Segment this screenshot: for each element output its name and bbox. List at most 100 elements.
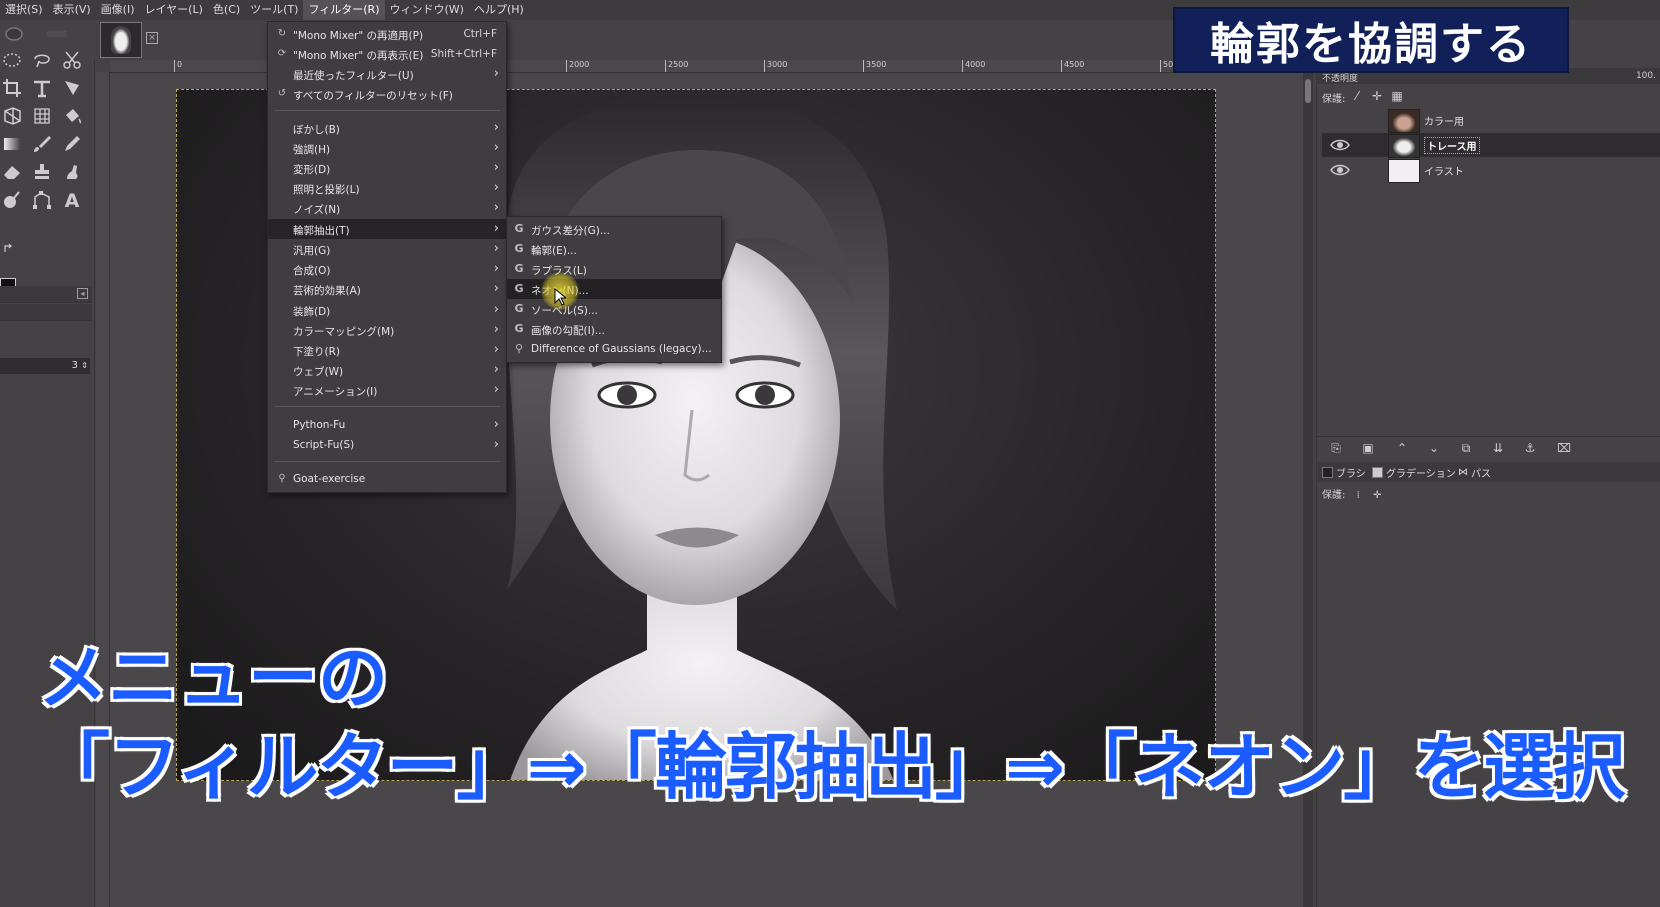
submenu-item-dog[interactable]: G ガウス差分(G)... [507, 219, 721, 239]
submenu-arrow-icon: › [493, 382, 499, 397]
pencil-icon[interactable] [60, 132, 84, 156]
menu-view[interactable]: 表示(V) [48, 0, 96, 20]
ruler-tick-label: 0 [174, 60, 182, 72]
crop-icon[interactable] [0, 76, 24, 100]
submenu-item-image-gradient[interactable]: G 画像の勾配(I)... [507, 319, 721, 339]
tab-label: グラデーション [1386, 469, 1456, 480]
tab-brushes[interactable]: ブラシ [1322, 465, 1366, 480]
menu-item-blur[interactable]: ぼかし(B) › [268, 118, 506, 138]
submenu-item-sobel[interactable]: G ソーベル(S)... [507, 299, 721, 319]
menu-item-shortcut: Shift+Ctrl+F [430, 48, 497, 60]
lasso-icon[interactable] [30, 48, 54, 72]
menu-filters[interactable]: フィルター(R) [303, 0, 385, 20]
paintbrush-icon[interactable] [30, 132, 54, 156]
layer-row[interactable]: イラスト [1322, 158, 1660, 183]
menu-item-label: Goat-exercise [293, 473, 366, 485]
submenu-item-edge[interactable]: G 輪郭(E)... [507, 239, 721, 259]
svg-text:A: A [65, 190, 80, 211]
menu-item-label: 装飾(D) [293, 306, 331, 318]
lock-alpha-icon[interactable]: ▦ [1390, 89, 1404, 103]
smudge-icon[interactable] [60, 160, 84, 184]
menu-item-enhance[interactable]: 強調(H) › [268, 138, 506, 158]
submenu-arrow-icon: › [493, 302, 499, 317]
menu-item-map[interactable]: カラーマッピング(M) › [268, 320, 506, 340]
lock-pixels-icon[interactable]: ⁞ [1357, 490, 1360, 501]
gegl-icon: G [514, 262, 524, 275]
lock-position-icon[interactable]: ✛ [1370, 89, 1384, 103]
menu-item-distorts[interactable]: 変形(D) › [268, 158, 506, 178]
menu-item-animation[interactable]: アニメーション(I) › [268, 380, 506, 400]
paths-tab-icon: ⋈ [1458, 467, 1468, 478]
raise-layer-icon[interactable]: ⌃ [1394, 441, 1410, 455]
ellipse-select-icon[interactable] [2, 22, 26, 46]
merge-layer-icon[interactable]: ⇊ [1490, 441, 1506, 455]
menu-layer[interactable]: レイヤー(L) [140, 0, 208, 20]
menu-tools[interactable]: ツール(T) [245, 0, 303, 20]
menu-item-reapply[interactable]: ↻ "Mono Mixer" の再適用(P) Ctrl+F [268, 24, 506, 44]
menu-item-decor[interactable]: 装飾(D) › [268, 300, 506, 320]
scissors-icon[interactable] [60, 48, 84, 72]
tab-gradients[interactable]: グラデーション [1372, 465, 1456, 480]
bucket-fill-icon[interactable] [60, 104, 84, 128]
menu-item-reshow[interactable]: ⟳ "Mono Mixer" の再表示(E) Shift+Ctrl+F [268, 44, 506, 64]
menu-separator [274, 406, 500, 407]
menu-item-python-fu[interactable]: Python-Fu › [268, 415, 506, 435]
swap-colors-icon[interactable] [2, 242, 16, 256]
menu-separator [274, 110, 500, 111]
ellipse-select-tool-icon[interactable] [0, 48, 24, 72]
menu-item-generic[interactable]: 汎用(G) › [268, 239, 506, 259]
close-tab-icon[interactable]: × [146, 32, 158, 44]
visibility-eye-icon[interactable] [1330, 137, 1350, 153]
lower-layer-icon[interactable]: ⌄ [1426, 441, 1442, 455]
spinner-arrows-icon[interactable]: ⇕ [81, 358, 88, 374]
dodge-burn-icon[interactable] [0, 188, 24, 212]
path-tool-icon[interactable] [30, 188, 54, 212]
new-layer-group-icon[interactable]: ▣ [1360, 441, 1376, 455]
menu-colors[interactable]: 色(C) [208, 0, 245, 20]
filters-menu: ↻ "Mono Mixer" の再適用(P) Ctrl+F ⟳ "Mono Mixer… [267, 21, 507, 493]
clone-stamp-icon[interactable] [30, 160, 54, 184]
menu-windows[interactable]: ウィンドウ(W) [385, 0, 469, 20]
new-layer-icon[interactable]: ⎘ [1328, 441, 1344, 455]
image-tab-thumbnail[interactable] [100, 22, 142, 58]
tab-paths[interactable]: ⋈ パス [1458, 465, 1491, 480]
menu-help[interactable]: ヘルプ(H) [469, 0, 529, 20]
menu-select[interactable]: 選択(S) [0, 0, 48, 20]
layer-row[interactable]: カラー用 [1322, 108, 1660, 133]
menu-item-artistic[interactable]: 芸術的効果(A) › [268, 279, 506, 299]
submenu-item-laplace[interactable]: G ラプラス(L) [507, 259, 721, 279]
anchor-layer-icon[interactable]: ⚓ [1522, 441, 1538, 455]
menu-item-noise[interactable]: ノイズ(N) › [268, 198, 506, 218]
transform-icon[interactable] [30, 76, 54, 100]
grid-transform-icon[interactable] [30, 104, 54, 128]
menu-item-edge-detect[interactable]: 輪郭抽出(T) › [268, 219, 506, 239]
lock-pixels-icon[interactable]: ⁄ [1350, 89, 1364, 103]
panel-menu-icon[interactable]: ◂ [77, 288, 88, 299]
menu-item-render[interactable]: 下塗り(R) › [268, 340, 506, 360]
text-tool-icon[interactable]: A [60, 188, 84, 212]
warp-icon[interactable] [60, 76, 84, 100]
scrollbar-thumb[interactable] [1305, 79, 1311, 103]
menu-item-script-fu[interactable]: Script-Fu(S) › [268, 435, 506, 455]
layer-row[interactable]: トレース用 [1322, 133, 1660, 158]
gradient-icon[interactable] [0, 132, 24, 156]
duplicate-layer-icon[interactable]: ⧉ [1458, 441, 1474, 455]
perspective-icon[interactable] [0, 104, 24, 128]
submenu-arrow-icon: › [493, 322, 499, 337]
submenu-arrow-icon: › [493, 362, 499, 377]
menu-item-reset-all[interactable]: ↺ すべてのフィルターのリセット(F) [268, 84, 506, 104]
mouse-pointer-icon [554, 288, 566, 306]
menu-item-web[interactable]: ウェブ(W) › [268, 360, 506, 380]
eraser-icon[interactable] [0, 160, 24, 184]
size-spinner[interactable]: 3 ⇕ [0, 358, 90, 374]
menu-image[interactable]: 画像(I) [96, 0, 140, 20]
delete-layer-icon[interactable]: ⌧ [1556, 441, 1572, 455]
submenu-item-neon[interactable]: Gネオン(N)... [507, 279, 721, 299]
lock-position-icon[interactable]: ✛ [1373, 490, 1381, 501]
menu-item-light-shadow[interactable]: 照明と投影(L) › [268, 178, 506, 198]
menu-item-recent-filters[interactable]: 最近使ったフィルター(U) › [268, 64, 506, 84]
menu-item-goat-exercise[interactable]: ⚲ Goat-exercise [268, 469, 506, 489]
visibility-eye-icon[interactable] [1330, 162, 1350, 178]
submenu-item-dog-legacy[interactable]: ⚲ Difference of Gaussians (legacy)... [507, 339, 721, 359]
menu-item-combine[interactable]: 合成(O) › [268, 259, 506, 279]
